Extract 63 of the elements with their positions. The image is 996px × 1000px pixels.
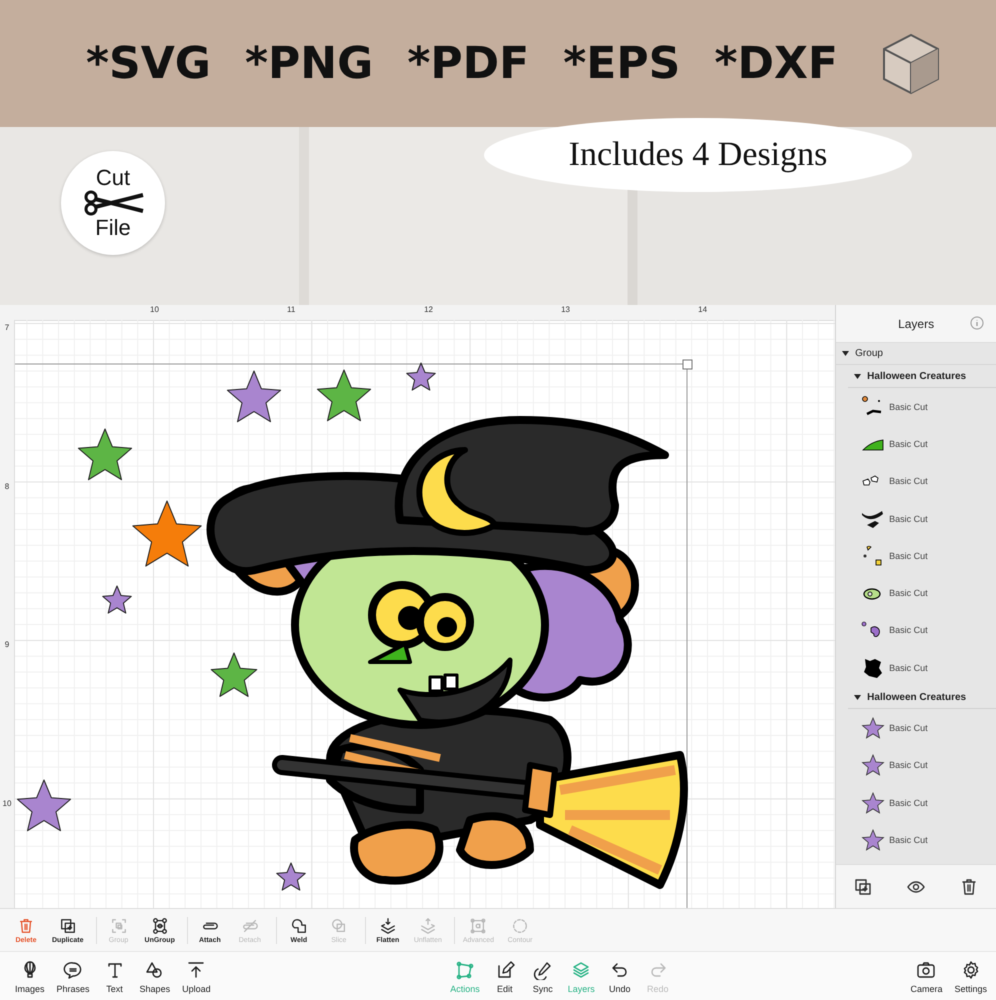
layer-item[interactable]: Basic Cut xyxy=(836,462,996,500)
star-thumbnail-icon xyxy=(861,790,886,815)
nav-button[interactable]: Camera xyxy=(907,960,946,994)
speech-bubble-icon xyxy=(63,960,84,980)
file-format-label: *EPS xyxy=(563,38,680,89)
nav-button[interactable]: Sync xyxy=(526,960,559,994)
text-frame-icon xyxy=(469,916,488,934)
group-icon xyxy=(110,916,128,934)
disclosure-triangle-icon[interactable] xyxy=(854,694,862,701)
nav-button[interactable]: Edit xyxy=(488,960,521,994)
upload-icon xyxy=(186,960,206,980)
info-icon[interactable] xyxy=(970,316,984,330)
nav-button[interactable]: Settings xyxy=(951,960,990,994)
layer-item[interactable]: Basic Cut xyxy=(836,574,996,612)
eyedropper-icon xyxy=(532,960,553,980)
star-thumbnail-icon xyxy=(861,753,886,778)
nav-button[interactable]: Text xyxy=(98,960,131,994)
layer-item[interactable]: Basic Cut xyxy=(836,425,996,463)
nav-button[interactable]: Undo xyxy=(604,960,636,994)
nav-button[interactable]: Images xyxy=(12,960,48,994)
slice-icon xyxy=(330,916,348,934)
layer-item[interactable]: Basic Cut xyxy=(836,746,996,784)
trash-icon xyxy=(17,916,35,934)
camera-icon xyxy=(916,960,936,980)
nav-button[interactable]: Shapes xyxy=(136,960,174,994)
disclosure-triangle-icon[interactable] xyxy=(842,350,850,357)
weld-icon xyxy=(290,916,308,934)
file-format-label: *PNG xyxy=(245,38,374,89)
duplicate-icon xyxy=(852,876,873,896)
duplicate-icon xyxy=(58,916,77,934)
nav-button[interactable]: Phrases xyxy=(54,960,93,994)
layer-item[interactable]: Basic Cut xyxy=(836,784,996,822)
layer-item[interactable]: Basic Cut xyxy=(836,821,996,859)
nodes-icon xyxy=(150,916,169,934)
side-ruler: 7 8 9 10 xyxy=(0,320,15,908)
resize-handle[interactable] xyxy=(682,360,692,370)
cube-icon xyxy=(882,32,940,94)
layer-item[interactable]: Basic Cut xyxy=(836,649,996,686)
unflatten-icon xyxy=(418,916,437,934)
layer-item[interactable]: Basic Cut xyxy=(836,537,996,574)
layer-item[interactable]: Basic Cut xyxy=(836,709,996,747)
disclosure-triangle-icon[interactable] xyxy=(854,372,862,380)
badge-text: Cut xyxy=(96,166,130,190)
nav-button[interactable]: Upload xyxy=(179,960,214,994)
file-format-label: *PDF xyxy=(407,38,530,89)
file-format-label: *SVG xyxy=(86,38,211,89)
designs-label: Includes 4 Designs xyxy=(484,118,912,192)
layer-subgroup-row[interactable]: Halloween Creatures xyxy=(848,365,996,388)
layers-icon xyxy=(571,960,592,980)
layer-item[interactable]: Basic Cut xyxy=(836,612,996,650)
panel-title: Layers xyxy=(898,316,934,330)
layer-subgroup-row[interactable]: Halloween Creatures xyxy=(848,686,996,710)
layer-item[interactable]: Basic Cut xyxy=(836,388,996,426)
file-format-label: *DXF xyxy=(714,38,838,89)
dashed-circle-icon xyxy=(511,916,530,934)
polygon-icon xyxy=(455,960,476,980)
layer-item[interactable]: Basic Cut xyxy=(836,500,996,538)
layer-group-row[interactable]: Group xyxy=(836,343,996,365)
star-thumbnail-icon xyxy=(861,828,886,852)
badge-text: File xyxy=(95,216,131,240)
top-ruler: 10 11 12 13 14 xyxy=(0,305,836,321)
flatten-icon xyxy=(378,916,397,934)
star-thumbnail-icon xyxy=(861,716,886,740)
